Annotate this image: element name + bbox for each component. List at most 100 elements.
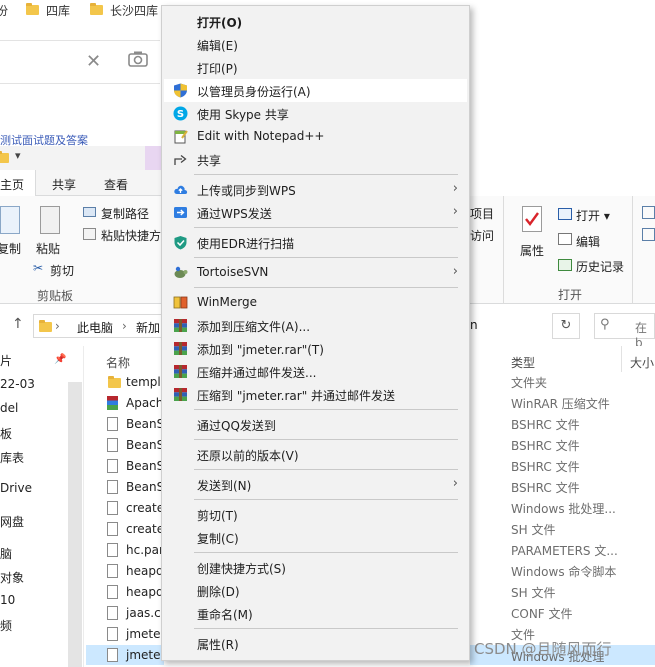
paste-label[interactable]: 粘贴 xyxy=(36,240,60,257)
menu-item-edit[interactable]: 编辑(E) xyxy=(164,33,467,56)
camera-icon[interactable] xyxy=(128,50,148,73)
file-type: BSHRC 文件 xyxy=(511,460,580,474)
up-arrow-icon[interactable]: ↑ xyxy=(12,316,24,332)
menu-item-skype-share[interactable]: S 使用 Skype 共享 xyxy=(164,102,467,125)
copy-label[interactable]: 复制 xyxy=(0,240,21,257)
column-header-type[interactable]: 类型 xyxy=(511,354,535,371)
share-icon xyxy=(173,152,188,167)
nav-item[interactable]: 10 xyxy=(0,593,15,607)
file-type: SH 文件 xyxy=(511,523,556,537)
history-button[interactable]: 历史记录 xyxy=(576,258,624,275)
file-icon xyxy=(107,522,118,536)
menu-item-winmerge[interactable]: WinMerge xyxy=(164,291,467,314)
properties-button[interactable]: 属性 xyxy=(520,242,544,259)
ribbon-divider xyxy=(632,196,633,304)
properties-icon[interactable] xyxy=(522,206,542,232)
ribbon-partial-label[interactable]: 项目 xyxy=(470,205,494,222)
scrollbar[interactable] xyxy=(68,382,82,667)
file-type: SH 文件 xyxy=(511,586,556,600)
nav-item[interactable]: Drive xyxy=(0,481,32,495)
open-button[interactable]: 打开 ▾ xyxy=(576,207,610,224)
pin-icon[interactable]: 📌 xyxy=(54,354,66,365)
bookmark-item[interactable]: 份 xyxy=(0,2,8,18)
copy-icon[interactable] xyxy=(0,206,20,234)
menu-item-delete[interactable]: 删除(D) xyxy=(164,579,467,602)
browser-search-bar[interactable]: ✕ xyxy=(0,40,160,84)
cut-button[interactable]: 剪切 xyxy=(50,262,74,279)
menu-item-send-via-qq[interactable]: 通过QQ发送到 xyxy=(164,413,467,436)
column-header-name[interactable]: 名称 xyxy=(106,354,130,371)
menu-separator xyxy=(194,227,458,228)
list-item[interactable]: BeanS xyxy=(86,435,164,455)
menu-item-properties[interactable]: 属性(R) xyxy=(164,632,467,655)
bookmark-item[interactable]: 长沙四库 xyxy=(90,2,158,18)
list-item[interactable]: BeanS xyxy=(86,456,164,476)
wps-cloud-icon xyxy=(173,182,188,197)
breadcrumb-this-pc[interactable]: 此电脑 xyxy=(77,319,113,336)
search-input[interactable]: ⚲ 在 b xyxy=(594,313,655,350)
tab-home[interactable]: 主页 xyxy=(0,170,36,196)
address-bar[interactable]: › 此电脑 › 新加 xyxy=(33,314,163,338)
menu-item-notepad-plus-plus[interactable]: Edit with Notepad++ xyxy=(164,125,467,148)
list-item[interactable]: hc.par xyxy=(86,540,164,560)
list-item[interactable]: BeanS xyxy=(86,477,164,497)
breadcrumb-volume[interactable]: 新加 xyxy=(136,319,160,336)
list-item[interactable]: create xyxy=(86,498,164,518)
list-item[interactable]: Apach xyxy=(86,393,164,413)
refresh-icon[interactable]: ↻ xyxy=(552,313,580,339)
menu-item-copy[interactable]: 复制(C) xyxy=(164,526,467,549)
menu-separator xyxy=(194,174,458,175)
menu-item-open[interactable]: 打开(O) xyxy=(164,10,467,33)
nav-item[interactable]: 脑 xyxy=(0,545,12,562)
nav-item[interactable]: 频 xyxy=(0,617,12,634)
nav-item[interactable]: 片 xyxy=(0,352,12,369)
select-grid-icon[interactable] xyxy=(642,206,655,219)
menu-item-restore-versions[interactable]: 还原以前的版本(V) xyxy=(164,443,467,466)
menu-item-tortoise-svn[interactable]: TortoiseSVN › xyxy=(164,261,467,284)
paste-icon[interactable] xyxy=(40,206,60,234)
dropdown-arrow-icon[interactable]: ▾ xyxy=(15,149,21,162)
tab-share[interactable]: 共享 xyxy=(52,176,76,193)
edit-button[interactable]: 编辑 xyxy=(576,233,600,250)
ribbon-partial-label[interactable]: 访问 xyxy=(470,227,494,244)
menu-item-winrar-email[interactable]: 压缩并通过邮件发送... xyxy=(164,360,467,383)
nav-item[interactable]: 22-03 xyxy=(0,377,35,391)
menu-item-winrar-add-named[interactable]: 添加到 "jmeter.rar"(T) xyxy=(164,337,467,360)
menu-item-winrar-email-named[interactable]: 压缩到 "jmeter.rar" 并通过邮件发送 xyxy=(164,383,467,406)
menu-item-rename[interactable]: 重命名(M) xyxy=(164,602,467,625)
nav-item[interactable]: 网盘 xyxy=(0,513,24,530)
list-item[interactable]: heapd xyxy=(86,561,164,581)
list-item[interactable]: heapd xyxy=(86,582,164,602)
menu-item-winrar-add[interactable]: 添加到压缩文件(A)... xyxy=(164,314,467,337)
select-grid-icon[interactable] xyxy=(642,228,655,241)
menu-item-edr-scan[interactable]: 使用EDR进行扫描 xyxy=(164,231,467,254)
open-icon xyxy=(558,208,572,220)
list-item[interactable]: create xyxy=(86,519,164,539)
tab-view[interactable]: 查看 xyxy=(104,176,128,193)
ribbon-divider xyxy=(503,196,504,304)
menu-item-wps-send[interactable]: 通过WPS发送 › xyxy=(164,201,467,224)
list-item[interactable]: BeanS xyxy=(86,414,164,434)
close-icon[interactable]: ✕ xyxy=(86,51,101,72)
menu-separator xyxy=(194,257,458,258)
menu-item-create-shortcut[interactable]: 创建快捷方式(S) xyxy=(164,556,467,579)
nav-item[interactable]: 板 xyxy=(0,425,12,442)
nav-item[interactable]: 对象 xyxy=(0,569,24,586)
copy-path-button[interactable]: 复制路径 xyxy=(101,205,149,222)
ribbon-left: 复制 粘贴 复制路径 粘贴快捷方式 ✂ 剪切 剪贴板 xyxy=(0,196,173,304)
nav-item[interactable]: del xyxy=(0,401,18,415)
list-item-selected[interactable]: jmeter xyxy=(86,645,165,665)
column-header-size[interactable]: 大小 xyxy=(630,354,654,371)
menu-item-share[interactable]: 共享 xyxy=(164,148,467,171)
menu-item-run-as-admin[interactable]: 以管理员身份运行(A) xyxy=(164,79,467,102)
menu-item-send-to[interactable]: 发送到(N) › xyxy=(164,473,467,496)
menu-item-cut[interactable]: 剪切(T) xyxy=(164,503,467,526)
nav-item[interactable]: 库表 xyxy=(0,449,24,466)
list-item[interactable]: templ xyxy=(86,372,164,392)
list-item[interactable]: jmeter xyxy=(86,624,165,644)
list-item[interactable]: jaas.c xyxy=(86,603,164,623)
menu-item-print[interactable]: 打印(P) xyxy=(164,56,467,79)
bookmark-item[interactable]: 四库 xyxy=(26,2,70,18)
menu-item-wps-upload[interactable]: 上传或同步到WPS › xyxy=(164,178,467,201)
file-icon xyxy=(107,480,118,494)
